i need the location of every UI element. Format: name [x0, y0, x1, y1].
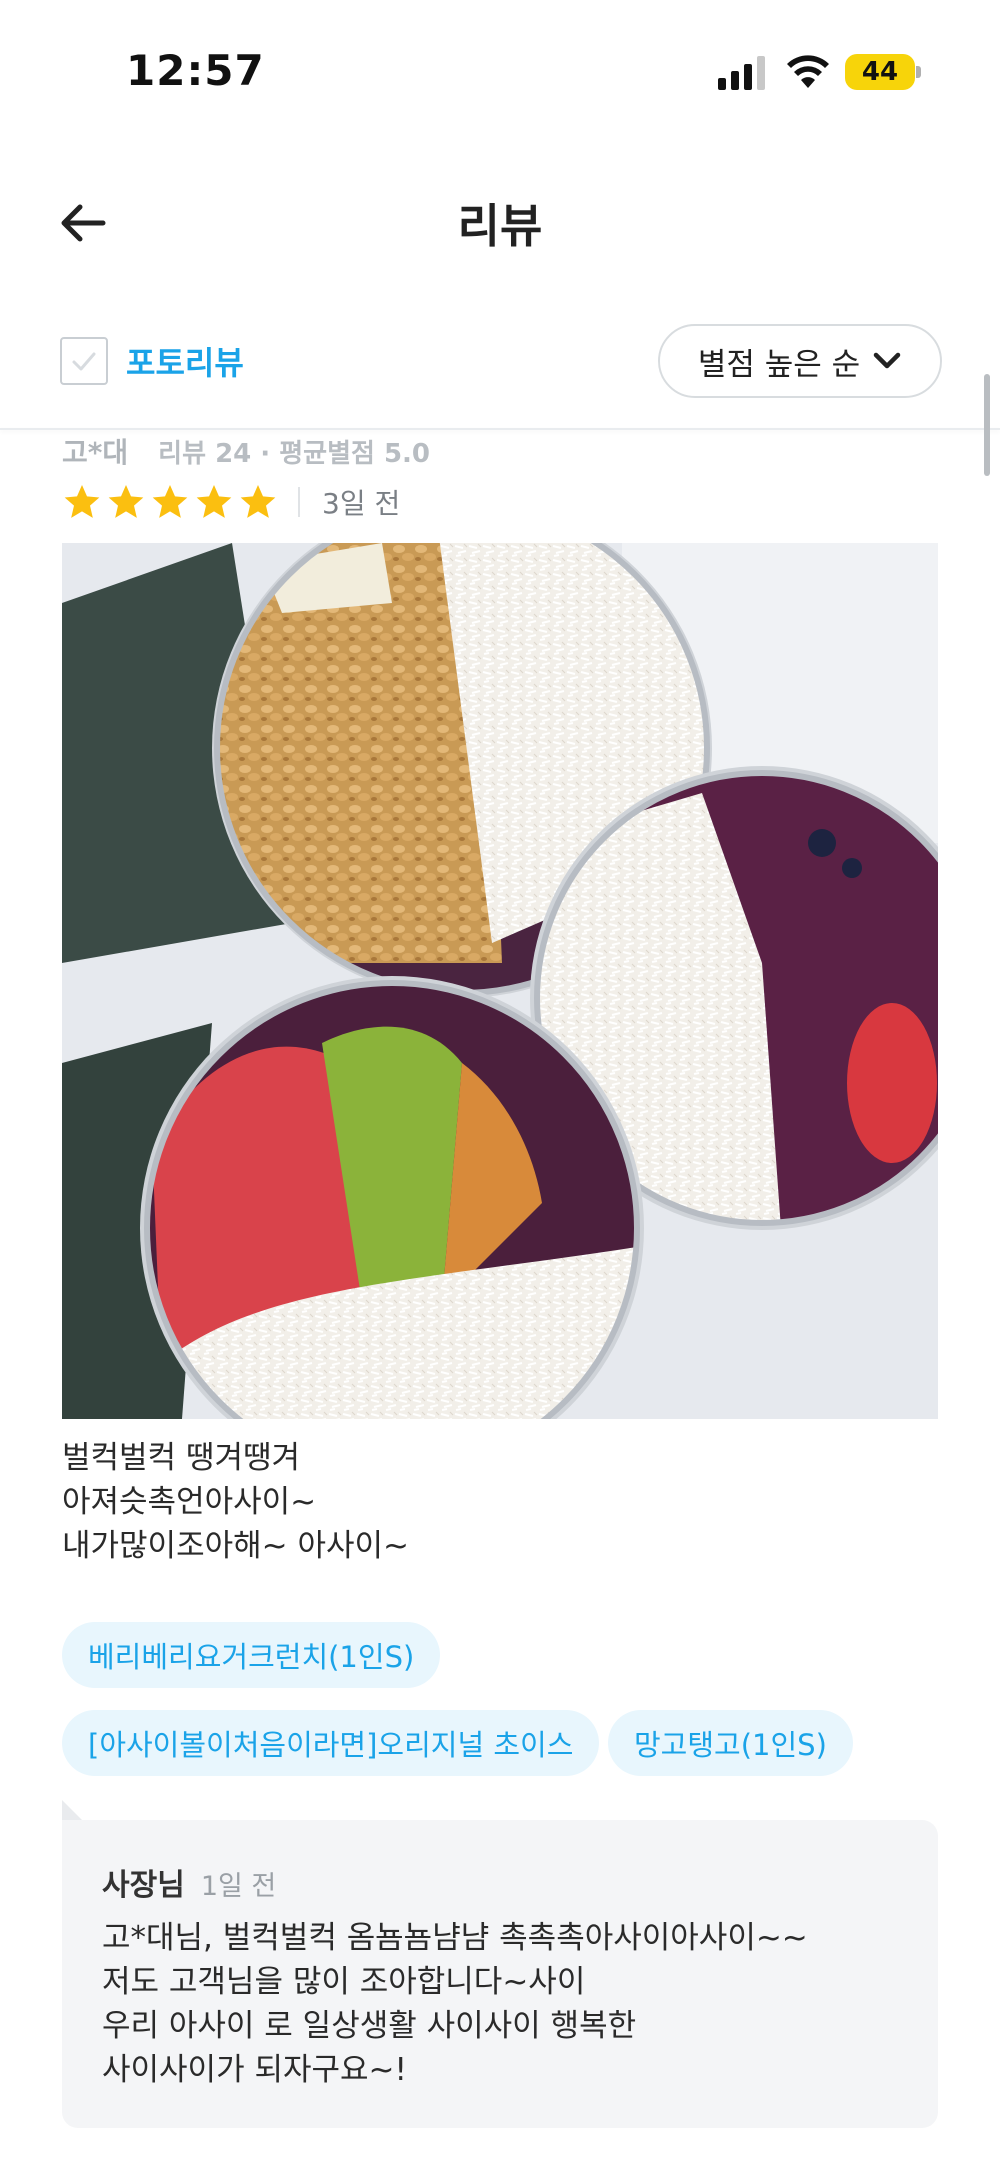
check-mark-icon	[72, 352, 96, 371]
review-text-line: 아져슷촉언아사이~	[62, 1484, 317, 1520]
photo-review-filter[interactable]: 포토리뷰	[60, 336, 244, 386]
sort-dropdown[interactable]: 별점 높은 순	[658, 324, 942, 398]
star-icon	[240, 485, 276, 518]
reply-text-line: 우리 아사이 로 일상생활 사이사이 행복한	[102, 2008, 637, 2044]
star-icon	[196, 485, 232, 518]
review-text-line: 벌컥벌컥 땡겨땡겨	[62, 1440, 301, 1476]
review-photo[interactable]	[62, 543, 938, 1419]
review-text-line: 내가많이조아해~ 아사이~	[62, 1528, 410, 1564]
battery-nub	[916, 66, 921, 78]
reviewer-name: 고*대	[62, 436, 129, 469]
page-title: 리뷰	[457, 199, 543, 253]
battery-level: 44	[861, 57, 899, 87]
reply-tail	[62, 1800, 84, 1822]
reply-text: 고*대님, 벌컥벌컥 옴뇸뇸냠냠 촉촉촉아사이아사이~~ 저도 고객님을 많이 조…	[102, 1916, 808, 2092]
reply-date: 1일 전	[200, 1871, 277, 1902]
reviewer-meta: 리뷰 24 · 평균별점 5.0	[158, 438, 431, 469]
star-icon	[152, 485, 188, 518]
wifi-icon	[787, 55, 829, 88]
reply-text-line: 사이사이가 되자구요~!	[102, 2052, 407, 2088]
cellular-signal-icon	[718, 56, 765, 90]
rating-row: 3일 전	[62, 478, 400, 526]
acai-bowl-photo	[62, 543, 938, 1419]
menu-chip[interactable]: [아사이볼이처음이라면]오리지널 초이스	[62, 1710, 600, 1776]
star-rating	[62, 482, 282, 522]
scrollbar[interactable]	[984, 374, 990, 476]
reply-text-line: 고*대님, 벌컥벌컥 옴뇸뇸냠냠 촉촉촉아사이아사이~~	[102, 1920, 808, 1956]
sort-label: 별점 높은 순	[697, 346, 861, 383]
checkbox-icon[interactable]	[60, 337, 108, 385]
owner-reply-header: 사장님 1일 전	[102, 1860, 276, 1904]
reviewer-info: 고*대 리뷰 24 · 평균별점 5.0	[62, 430, 430, 472]
review-text: 벌컥벌컥 땡겨땡겨아져슷촉언아사이~ 내가많이조아해~ 아사이~	[62, 1436, 938, 1568]
chevron-down-icon	[873, 352, 901, 369]
reply-author: 사장님	[102, 1868, 185, 1903]
reply-text-line: 저도 고객님을 많이 조아합니다~사이	[102, 1964, 586, 2000]
review-date: 3일 전	[322, 487, 401, 520]
menu-chip[interactable]: 망고탱고(1인S)	[608, 1710, 853, 1776]
battery-icon: 44	[845, 54, 915, 90]
star-icon	[64, 485, 100, 518]
divider	[298, 487, 300, 517]
status-time: 12:57	[126, 46, 265, 95]
photo-review-label: 포토리뷰	[126, 344, 244, 382]
star-icon	[108, 485, 144, 518]
menu-chip[interactable]: 베리베리요거크런치(1인S)	[62, 1622, 441, 1688]
